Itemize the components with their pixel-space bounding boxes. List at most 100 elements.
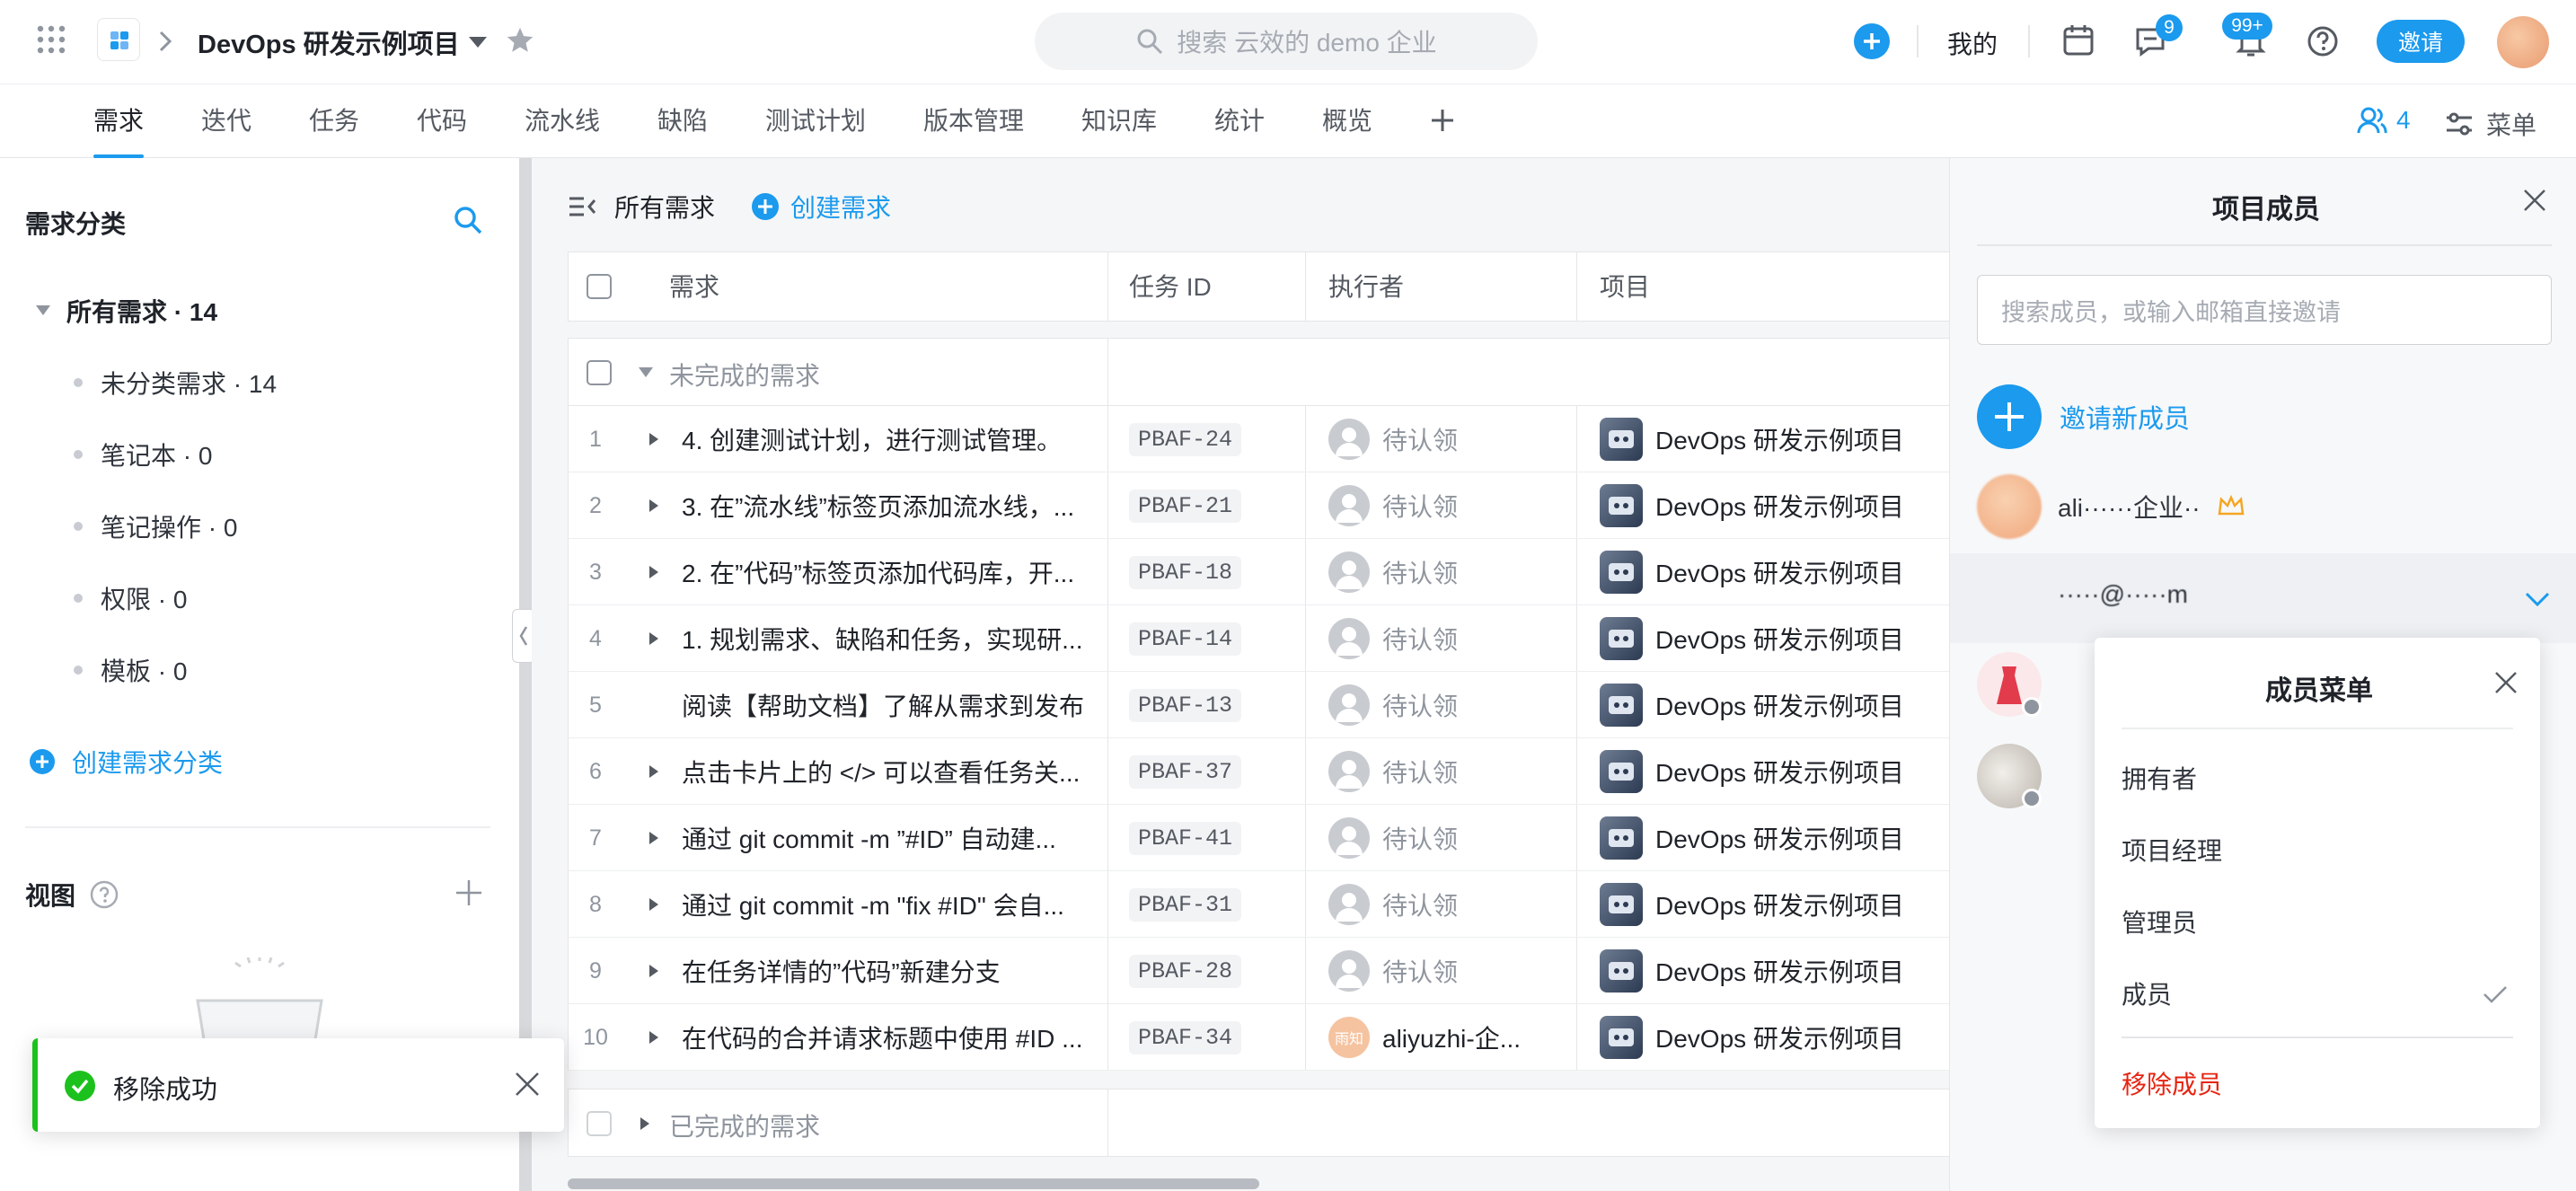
project-name[interactable]: DevOps 研发示例项目 <box>1655 953 1904 989</box>
project-name[interactable]: DevOps 研发示例项目 <box>1655 421 1904 457</box>
category-item[interactable]: 未分类需求 · 14 <box>74 365 277 401</box>
project-name[interactable]: DevOps 研发示例项目 <box>1655 887 1904 922</box>
star-icon[interactable] <box>505 25 535 56</box>
breadcrumb-all[interactable]: 所有需求 <box>614 189 715 225</box>
member-search-input[interactable]: 搜索成员，或输入邮箱直接邀请 <box>1977 275 2552 345</box>
requirement-title[interactable]: 4. 创建测试计划，进行测试管理。 <box>682 421 1062 457</box>
table-row[interactable]: 7 通过 git commit -m ”#ID” 自动建... PBAF-41 待认领… <box>568 805 2005 871</box>
assignee-name[interactable]: 待认领 <box>1382 887 1458 922</box>
chevron-down-icon[interactable] <box>2525 591 2550 607</box>
assignee-name[interactable]: 待认领 <box>1382 953 1458 989</box>
invite-button[interactable]: 邀请 <box>2377 20 2465 63</box>
requirement-title[interactable]: 点击卡片上的 </> 可以查看任务关... <box>682 754 1080 790</box>
select-all-checkbox[interactable] <box>587 274 612 299</box>
table-row[interactable]: 6 点击卡片上的 </> 可以查看任务关... PBAF-37 待认领 DevOps 研… <box>568 738 2005 805</box>
tab-iterations[interactable]: 迭代 <box>201 84 251 158</box>
assignee-name[interactable]: aliyuzhi-企... <box>1382 1019 1521 1055</box>
table-row[interactable]: 2 3. 在”流水线”标签页添加流水线，... PBAF-21 待认领 DevOps 研… <box>568 472 2005 539</box>
assignee-name[interactable]: 待认领 <box>1382 687 1458 723</box>
table-row[interactable]: 5 阅读【帮助文档】了解从需求到发布 PBAF-13 待认领 DevOps 研发示例项目 <box>568 672 2005 738</box>
create-category-button[interactable]: 创建需求分类 <box>29 744 223 780</box>
caret-right-icon[interactable] <box>649 898 658 911</box>
table-row[interactable]: 9 在任务详情的”代码”新建分支 PBAF-28 待认领 DevOps 研发示例项目 <box>568 938 2005 1004</box>
role-owner[interactable]: 拥有者 <box>2122 760 2197 796</box>
app-grid-icon[interactable] <box>36 24 66 55</box>
invite-new-member-button[interactable]: 邀请新成员 <box>1977 384 2190 449</box>
caret-right-icon[interactable] <box>640 1117 649 1130</box>
project-name[interactable]: DevOps 研发示例项目 <box>1655 554 1904 590</box>
role-project-manager[interactable]: 项目经理 <box>2122 832 2222 868</box>
requirement-title[interactable]: 在代码的合并请求标题中使用 #ID ... <box>682 1019 1082 1055</box>
table-row[interactable]: 4 1. 规划需求、缺陷和任务，实现研... PBAF-14 待认领 DevOps 研发… <box>568 605 2005 672</box>
category-item[interactable]: 权限 · 0 <box>74 580 187 616</box>
tab-versions[interactable]: 版本管理 <box>923 84 1024 158</box>
caret-down-icon[interactable] <box>639 367 653 378</box>
mine-link[interactable]: 我的 <box>1947 25 1998 61</box>
tab-knowledge[interactable]: 知识库 <box>1081 84 1157 158</box>
tab-overview[interactable]: 概览 <box>1322 84 1372 158</box>
remove-member-button[interactable]: 移除成员 <box>2122 1065 2222 1101</box>
project-name[interactable]: DevOps 研发示例项目 <box>1655 687 1904 723</box>
requirement-title[interactable]: 在任务详情的”代码”新建分支 <box>682 953 1001 989</box>
column-header-project[interactable]: 项目 <box>1600 252 1650 322</box>
role-member[interactable]: 成员 <box>2122 975 2172 1011</box>
assignee-name[interactable]: 待认领 <box>1382 554 1458 590</box>
project-name[interactable]: DevOps 研发示例项目 <box>1655 1019 1904 1055</box>
add-view-plus-icon[interactable] <box>454 878 483 907</box>
table-row[interactable]: 10 在代码的合并请求标题中使用 #ID ... PBAF-34 雨知 aliyuzhi… <box>568 1004 2005 1071</box>
horizontal-scrollbar[interactable] <box>568 1178 1259 1189</box>
group-header-done[interactable]: 已完成的需求 <box>568 1089 2005 1157</box>
caret-right-icon[interactable] <box>649 433 658 446</box>
category-item[interactable]: 模板 · 0 <box>74 652 187 688</box>
project-switcher[interactable]: DevOps 研发示例项目 <box>198 23 487 61</box>
close-icon[interactable] <box>2493 670 2519 695</box>
sidebar-resizer[interactable] <box>512 158 535 1191</box>
caret-right-icon[interactable] <box>649 632 658 645</box>
group-checkbox[interactable] <box>587 1111 612 1136</box>
collapse-list-icon[interactable] <box>568 194 598 219</box>
quick-create-plus-icon[interactable] <box>1854 23 1890 59</box>
requirement-title[interactable]: 通过 git commit -m ”#ID” 自动建... <box>682 820 1056 856</box>
column-header-title[interactable]: 需求 <box>669 252 719 322</box>
member-row-selected[interactable]: ·····@·····m <box>1950 553 2576 643</box>
category-all[interactable]: 所有需求 · 14 <box>36 293 217 329</box>
tab-test-plan[interactable]: 测试计划 <box>765 84 866 158</box>
assignee-name[interactable]: 待认领 <box>1382 621 1458 657</box>
table-row[interactable]: 1 4. 创建测试计划，进行测试管理。 PBAF-24 待认领 DevOps 研发示例项… <box>568 406 2005 472</box>
tab-code[interactable]: 代码 <box>417 84 467 158</box>
assignee-name[interactable]: 待认领 <box>1382 488 1458 524</box>
role-admin[interactable]: 管理员 <box>2122 904 2197 940</box>
group-checkbox[interactable] <box>587 360 612 385</box>
caret-right-icon[interactable] <box>649 965 658 977</box>
project-name[interactable]: DevOps 研发示例项目 <box>1655 820 1904 856</box>
column-header-task-id[interactable]: 任务 ID <box>1129 252 1212 322</box>
project-logo-icon[interactable] <box>97 18 140 61</box>
members-toggle[interactable]: 4 <box>2357 106 2411 135</box>
assignee-name[interactable]: 待认领 <box>1382 754 1458 790</box>
tab-pipeline[interactable]: 流水线 <box>525 84 600 158</box>
group-header-open[interactable]: 未完成的需求 <box>568 338 2005 406</box>
project-name[interactable]: DevOps 研发示例项目 <box>1655 621 1904 657</box>
caret-right-icon[interactable] <box>649 566 658 578</box>
tab-statistics[interactable]: 统计 <box>1214 84 1265 158</box>
caret-right-icon[interactable] <box>649 832 658 844</box>
column-header-assignee[interactable]: 执行者 <box>1328 252 1404 322</box>
user-avatar[interactable] <box>2497 16 2549 68</box>
requirement-title[interactable]: 1. 规划需求、缺陷和任务，实现研... <box>682 621 1082 657</box>
project-menu-toggle[interactable]: 菜单 <box>2445 106 2536 142</box>
requirement-title[interactable]: 通过 git commit -m "fix #ID" 会自... <box>682 887 1064 922</box>
project-name[interactable]: DevOps 研发示例项目 <box>1655 754 1904 790</box>
requirement-title[interactable]: 2. 在”代码”标签页添加代码库，开... <box>682 554 1074 590</box>
close-icon[interactable] <box>2521 187 2548 214</box>
tab-bugs[interactable]: 缺陷 <box>657 84 708 158</box>
tab-requirements[interactable]: 需求 <box>93 84 145 158</box>
table-row[interactable]: 3 2. 在”代码”标签页添加代码库，开... PBAF-18 待认领 DevOps 研… <box>568 539 2005 605</box>
assignee-name[interactable]: 待认领 <box>1382 820 1458 856</box>
caret-right-icon[interactable] <box>649 499 658 512</box>
caret-right-icon[interactable] <box>649 765 658 778</box>
help-icon[interactable] <box>90 880 119 909</box>
requirement-title[interactable]: 3. 在”流水线”标签页添加流水线，... <box>682 488 1074 524</box>
create-requirement-button[interactable]: 创建需求 <box>751 189 891 225</box>
global-search[interactable]: 搜索 云效的 demo 企业 <box>1035 13 1538 70</box>
tab-tasks[interactable]: 任务 <box>309 84 359 158</box>
